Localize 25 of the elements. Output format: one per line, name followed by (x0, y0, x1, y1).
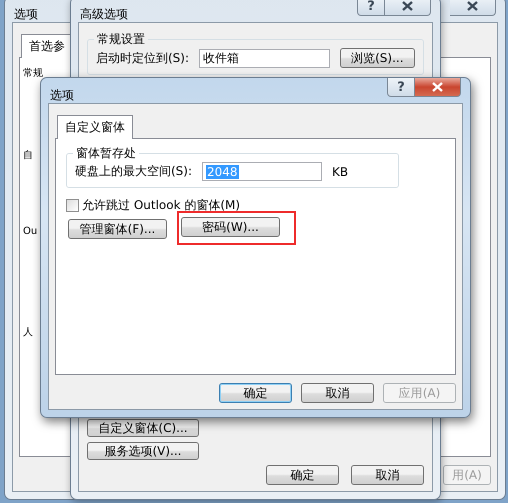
window-title: 高级选项 (80, 6, 128, 23)
tab[interactable]: 自定义窗体 (57, 115, 133, 139)
window-title: 选项 (14, 6, 38, 23)
close-icon (402, 1, 413, 11)
label-text: 人 (23, 326, 33, 339)
close-button[interactable] (415, 78, 461, 97)
field-label: 启动时定位到(S): (96, 50, 190, 66)
close-icon (467, 1, 478, 11)
section-label: 常规 (23, 66, 43, 80)
label-text: 自 (23, 149, 33, 162)
field-label: 硬盘上的最大空间(S): (75, 163, 192, 180)
checkbox[interactable] (66, 199, 79, 212)
close-icon (432, 82, 443, 92)
help-button[interactable]: ? (387, 78, 415, 97)
dialog-button[interactable]: 密码(W)... (181, 217, 280, 237)
browse-button[interactable]: 浏览(S)... (340, 48, 415, 68)
input-field[interactable]: 收件箱 (199, 48, 330, 68)
checkbox-label: 允许跳过 Outlook 的窗体(M) (82, 197, 240, 214)
unit-label: KB (332, 164, 348, 178)
dialog-button[interactable]: 取消 (301, 383, 374, 403)
window-title: 选项 (50, 87, 74, 104)
label-text: Ou (23, 226, 38, 237)
dialog-button[interactable]: 确定 (219, 383, 292, 403)
dialog-button[interactable]: 管理窗体(F)... (68, 219, 167, 239)
group-label: 窗体暂存处 (73, 145, 139, 162)
